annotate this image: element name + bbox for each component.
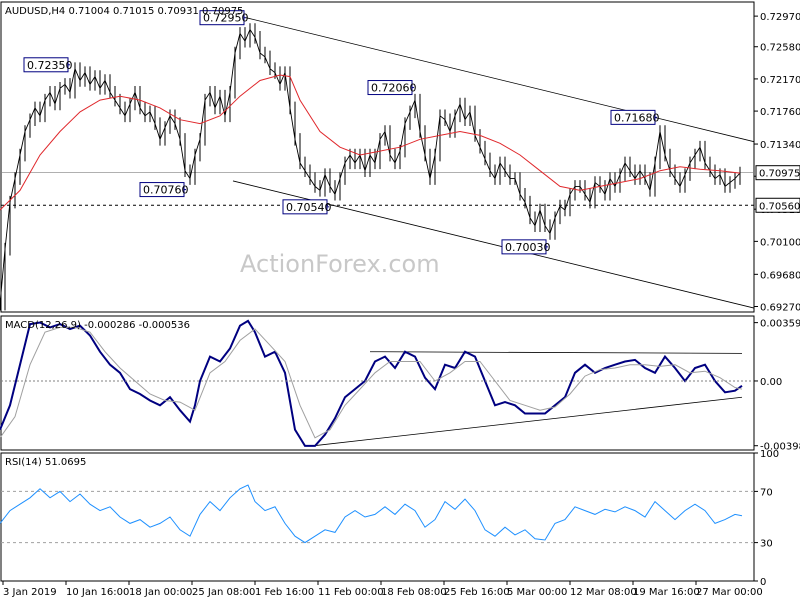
x-tick-label: 27 Mar 00:00: [696, 587, 763, 598]
current-price-label: 0.70975: [759, 169, 800, 180]
price-callout: 0.71680: [610, 109, 660, 125]
watermark: ActionForex.com: [240, 250, 440, 278]
rsi-y-tick-label: 70: [760, 487, 773, 498]
price-y-tick-label: 0.69270: [760, 303, 800, 314]
macd-panel-title: MACD(12,26,9) -0.000286 -0.000536: [5, 320, 190, 331]
price-y-tick-label: 0.72170: [760, 75, 800, 86]
price-callout: 0.72350: [23, 57, 73, 73]
price-callout: 0.70760: [139, 182, 189, 198]
x-tick-label: 5 Mar 00:00: [507, 587, 567, 598]
x-tick-label: 1 Feb 16:00: [255, 587, 314, 598]
price-callout: 0.70540: [282, 199, 332, 215]
price-callout: 0.72060: [367, 80, 417, 96]
x-tick-label: 10 Jan 16:00: [66, 587, 129, 598]
price-y-tick-label: 0.69680: [760, 270, 800, 281]
x-tick-label: 25 Feb 16:00: [444, 587, 510, 598]
rsi-y-tick-label: 30: [760, 539, 773, 550]
price-callout-label: 0.70030: [505, 241, 551, 254]
price-y-tick-label: 0.71760: [760, 107, 800, 118]
rsi-y-tick-label: 100: [760, 449, 779, 460]
price-callout-label: 0.70760: [143, 184, 189, 197]
price-callout-label: 0.71680: [614, 111, 660, 124]
x-tick-label: 12 Mar 08:00: [570, 587, 637, 598]
price-callout-label: 0.70540: [286, 201, 332, 214]
x-tick-label: 11 Feb 00:00: [318, 587, 384, 598]
price-callout-label: 0.72350: [27, 59, 73, 72]
x-tick-label: 19 Mar 16:00: [633, 587, 700, 598]
price-y-tick-label: 0.72970: [760, 12, 800, 23]
x-tick-label: 3 Jan 2019: [3, 587, 57, 598]
x-tick-label: 18 Jan 00:00: [129, 587, 192, 598]
price-y-tick-label: 0.70100: [760, 237, 800, 248]
price-y-tick-label: 0.72580: [760, 43, 800, 54]
support-price-label: 0.70560: [759, 201, 800, 212]
macd-y-tick-label: 0.00: [760, 377, 782, 388]
x-tick-label: 18 Feb 08:00: [381, 587, 447, 598]
chart-canvas: ActionForex.com 0.729500.723500.707600.7…: [0, 0, 800, 600]
rsi-panel-title: RSI(14) 51.0695: [5, 457, 86, 468]
price-panel-title: AUDUSD,H4 0.71004 0.71015 0.70931 0.7097…: [5, 6, 243, 17]
price-callout: 0.70030: [501, 239, 551, 255]
price-y-tick-label: 0.71340: [760, 140, 800, 151]
x-tick-label: 25 Jan 08:00: [192, 587, 255, 598]
macd-y-tick-label: 0.003592: [760, 319, 800, 330]
price-callout-label: 0.72060: [371, 82, 417, 95]
